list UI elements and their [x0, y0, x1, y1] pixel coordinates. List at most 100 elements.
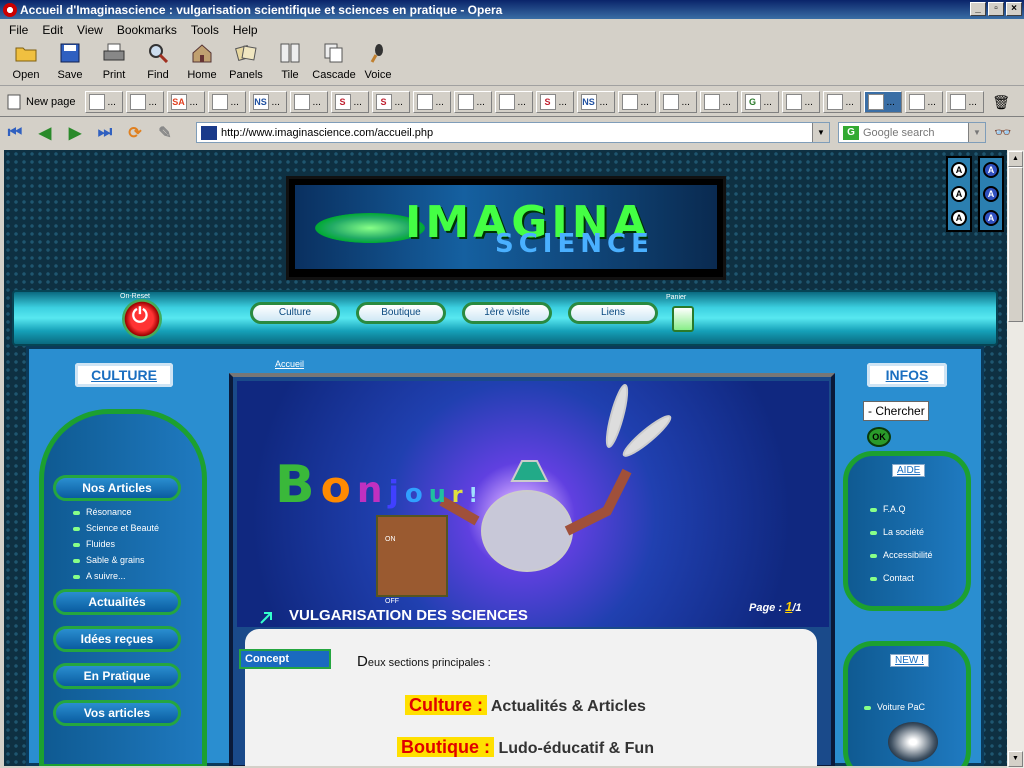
power-button[interactable]: ⏻ [122, 299, 162, 339]
font-color-button[interactable]: A [983, 162, 999, 178]
browser-tab[interactable]: S... [330, 91, 369, 113]
menu-nos-articles[interactable]: Nos Articles [53, 475, 181, 501]
browser-tab[interactable]: ... [412, 91, 451, 113]
main-panel: CULTURE Nos Articles Résonance Science e… [26, 346, 984, 766]
menu-idees-recues[interactable]: Idées reçues [53, 626, 181, 652]
browser-tab[interactable]: SA... [166, 91, 205, 113]
font-color-button[interactable]: A [983, 210, 999, 226]
glasses-icon[interactable]: 👓 [994, 124, 1011, 141]
find-button[interactable]: Find [136, 40, 180, 85]
voice-button[interactable]: Voice [356, 40, 400, 85]
tile-button[interactable]: Tile [268, 40, 312, 85]
panels-button[interactable]: Panels [224, 40, 268, 85]
cart-icon[interactable] [672, 306, 694, 332]
trash-icon[interactable]: 🗑 [992, 94, 1010, 111]
forward-button[interactable]: ▶ [60, 122, 90, 144]
close-button[interactable]: × [1006, 2, 1022, 16]
infos-header-button[interactable]: INFOS [867, 363, 947, 387]
vertical-scrollbar[interactable]: ▲ ▼ [1007, 150, 1024, 768]
culture-header-button[interactable]: CULTURE [75, 363, 173, 387]
aide-accessibilite[interactable]: Accessibilité [870, 550, 933, 560]
browser-tab[interactable]: NS... [248, 91, 287, 113]
browser-tab[interactable]: ... [453, 91, 492, 113]
font-size-button[interactable]: A [951, 162, 967, 178]
print-button[interactable]: Print [92, 40, 136, 85]
menu-bookmarks[interactable]: Bookmarks [110, 23, 184, 37]
browser-tab[interactable]: S... [371, 91, 410, 113]
font-color-button[interactable]: A [983, 186, 999, 202]
scroll-thumb[interactable] [1008, 167, 1023, 322]
browser-tab[interactable]: S... [535, 91, 574, 113]
news-image[interactable] [888, 722, 938, 762]
maximize-button[interactable]: ▫ [988, 2, 1004, 16]
browser-tab[interactable]: ... [125, 91, 164, 113]
new-page-button[interactable]: New page [6, 94, 82, 110]
menu-file[interactable]: File [2, 23, 35, 37]
browser-tab[interactable]: G... [740, 91, 779, 113]
concept-tab[interactable]: Concept [239, 649, 331, 669]
menu-view[interactable]: View [70, 23, 110, 37]
search-ok-button[interactable]: OK [867, 427, 891, 447]
scroll-up-icon[interactable]: ▲ [1008, 151, 1023, 167]
font-size-button[interactable]: A [951, 210, 967, 226]
menu-tools[interactable]: Tools [184, 23, 226, 37]
menu-vos-articles[interactable]: Vos articles [53, 700, 181, 726]
breadcrumb-accueil[interactable]: Accueil [275, 359, 304, 369]
browser-tab[interactable]: ... [658, 91, 697, 113]
url-dropdown-icon[interactable]: ▼ [812, 123, 829, 142]
new-title[interactable]: NEW ! [890, 654, 929, 667]
home-button[interactable]: Home [180, 40, 224, 85]
subitem-fluides[interactable]: Fluides [73, 539, 115, 549]
new-voiture-pac[interactable]: Voiture PaC [864, 702, 925, 712]
rewind-button[interactable]: ⏮ [0, 122, 30, 144]
browser-tab[interactable]: ... [289, 91, 328, 113]
search-field[interactable]: G Google search ▼ [838, 122, 986, 143]
browser-tab[interactable]: ... [699, 91, 738, 113]
browser-tab[interactable]: NS... [576, 91, 615, 113]
subitem-sable[interactable]: Sable & grains [73, 555, 145, 565]
google-icon: G [843, 125, 859, 140]
browser-tab[interactable]: ... [84, 91, 123, 113]
browser-tab[interactable]: ... [822, 91, 861, 113]
aide-contact[interactable]: Contact [870, 573, 914, 583]
menu-edit[interactable]: Edit [35, 23, 70, 37]
minimize-button[interactable]: _ [970, 2, 986, 16]
browser-tab[interactable]: ... [207, 91, 246, 113]
scroll-down-icon[interactable]: ▼ [1008, 751, 1023, 767]
nav-liens[interactable]: Liens [568, 302, 658, 324]
cascade-button[interactable]: Cascade [312, 40, 356, 85]
font-size-button[interactable]: A [951, 186, 967, 202]
aide-title[interactable]: AIDE [892, 464, 926, 477]
browser-tab[interactable]: ... [617, 91, 656, 113]
browser-tab[interactable]: ... [494, 91, 533, 113]
menu-help[interactable]: Help [226, 23, 265, 37]
aide-societe[interactable]: La société [870, 527, 924, 537]
aide-faq[interactable]: F.A.Q [870, 504, 906, 514]
browser-tab[interactable]: ... [904, 91, 943, 113]
edit-pen-icon[interactable]: ✎ [150, 122, 180, 144]
subitem-science-beaute[interactable]: Science et Beauté [73, 523, 159, 533]
site-banner[interactable]: IMAGINA SCIENCE [286, 176, 726, 280]
browser-tab[interactable]: ... [945, 91, 984, 113]
section-boutique: Boutique : Ludo-éducatif & Fun [397, 737, 654, 758]
nav-boutique[interactable]: Boutique [356, 302, 446, 324]
browser-tab[interactable]: ... [863, 91, 902, 113]
magnifier-icon [147, 42, 169, 64]
search-dropdown-icon[interactable]: ▼ [968, 123, 985, 142]
window-title-bar: Accueil d'Imaginascience : vulgarisation… [0, 0, 1024, 19]
menu-actualites[interactable]: Actualités [53, 589, 181, 615]
menu-en-pratique[interactable]: En Pratique [53, 663, 181, 689]
open-button[interactable]: Open [4, 40, 48, 85]
url-field[interactable]: http://www.imaginascience.com/accueil.ph… [196, 122, 830, 143]
back-button[interactable]: ◀ [30, 122, 60, 144]
save-button[interactable]: Save [48, 40, 92, 85]
nav-first-visit[interactable]: 1ère visite [462, 302, 552, 324]
subitem-resonance[interactable]: Résonance [73, 507, 132, 517]
reload-button[interactable]: ⟳ [120, 122, 150, 144]
arrow-icon [260, 612, 272, 624]
fast-forward-button[interactable]: ⏭ [90, 122, 120, 144]
site-search-input[interactable]: - Chercher [863, 401, 929, 421]
browser-tab[interactable]: ... [781, 91, 820, 113]
subitem-a-suivre[interactable]: A suivre... [73, 571, 126, 581]
nav-culture[interactable]: Culture [250, 302, 340, 324]
